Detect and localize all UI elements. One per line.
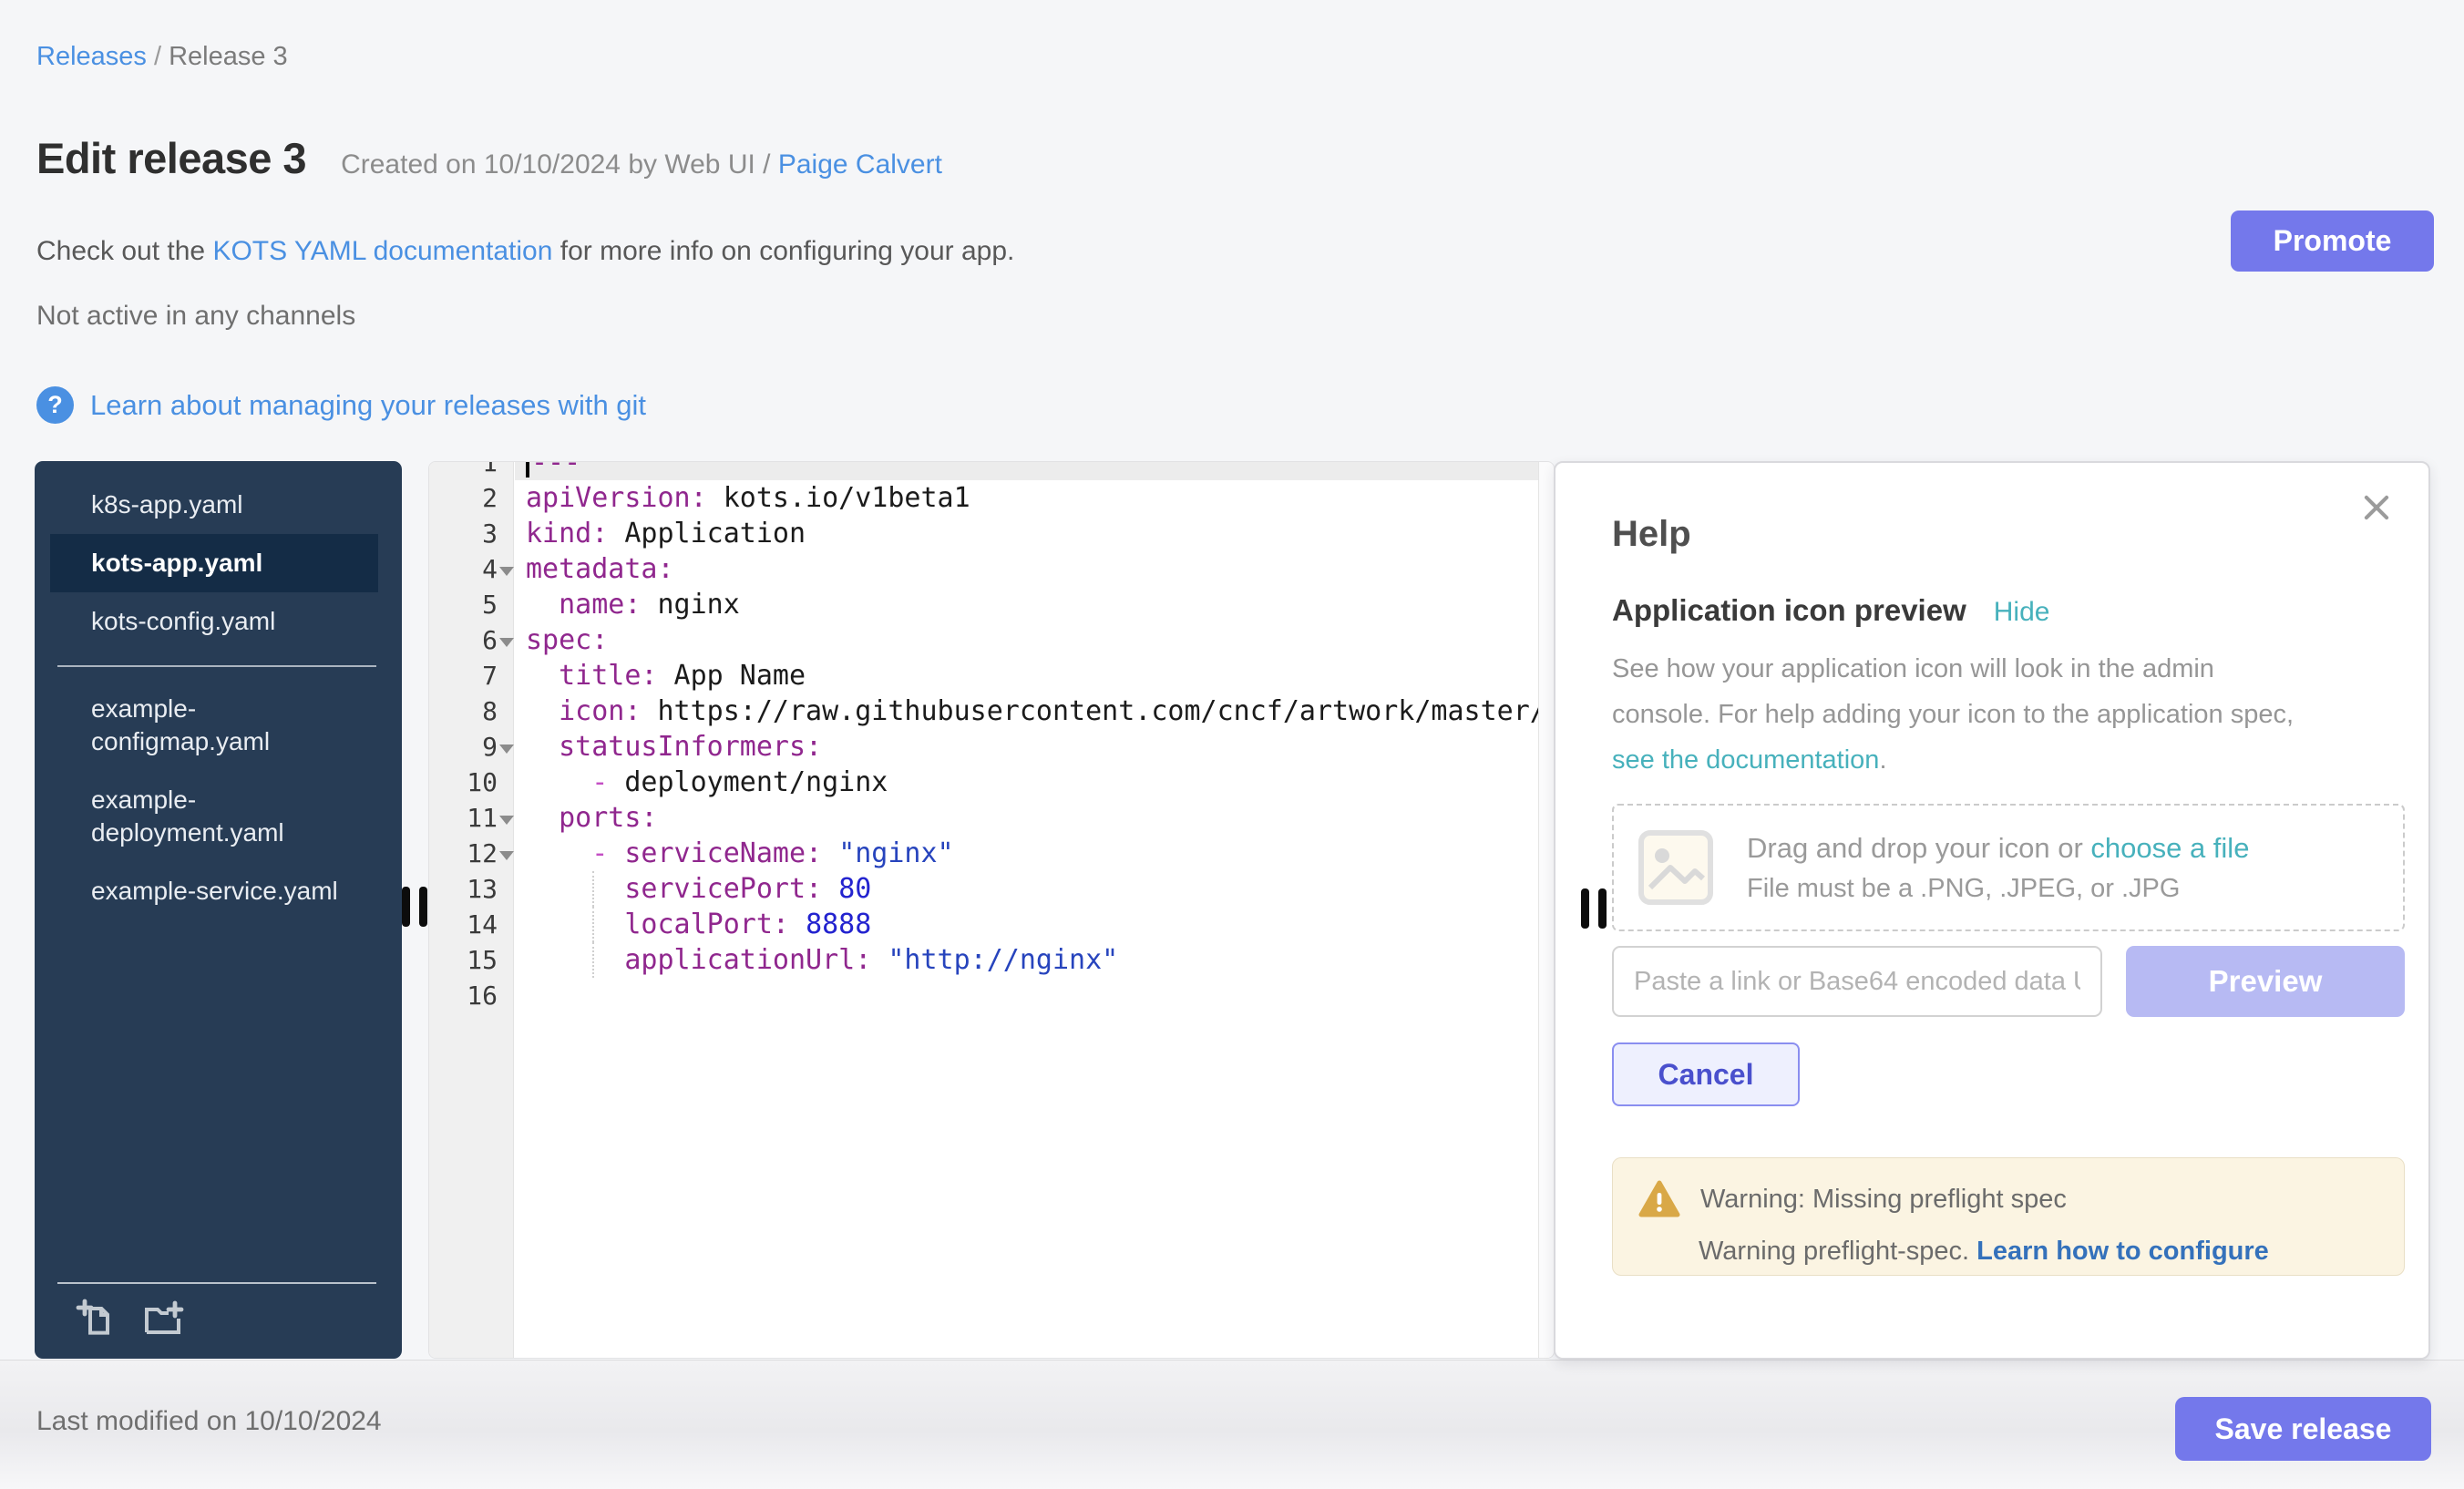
page-title: Edit release 3 bbox=[36, 133, 306, 183]
sidebar-file-example-deployment.yaml[interactable]: example-deployment.yaml bbox=[50, 771, 378, 862]
breadcrumb-current: Release 3 bbox=[169, 42, 288, 71]
cancel-button[interactable]: Cancel bbox=[1612, 1042, 1800, 1106]
footer-bar: Last modified on 10/10/2024 Save release bbox=[0, 1360, 2464, 1489]
sidebar-footer bbox=[57, 1282, 376, 1359]
breadcrumb-separator: / bbox=[147, 42, 169, 71]
code-lines: 1---2apiVersion: kots.io/v1beta13kind: A… bbox=[429, 461, 1554, 1013]
code-line-12: 12 - serviceName: "nginx" bbox=[429, 836, 1554, 871]
code-line-3: 3kind: Application bbox=[429, 516, 1554, 551]
code-line-15: 15 applicationUrl: "http://nginx" bbox=[429, 942, 1554, 978]
line-number: 4 bbox=[429, 554, 498, 584]
code-line-6: 6spec: bbox=[429, 622, 1554, 658]
warning-icon bbox=[1638, 1180, 1680, 1218]
icon-dropzone[interactable]: Drag and drop your icon or choose a file… bbox=[1612, 804, 2405, 931]
hide-link[interactable]: Hide bbox=[1994, 597, 2050, 628]
close-icon[interactable] bbox=[2359, 490, 2394, 525]
git-releases-link[interactable]: Learn about managing your releases with … bbox=[90, 389, 646, 422]
configure-preflight-link[interactable]: Learn how to configure bbox=[1976, 1237, 2269, 1266]
warning-detail: Warning preflight-spec. Learn how to con… bbox=[1699, 1237, 2404, 1267]
sidebar-file-example-configmap.yaml[interactable]: example-configmap.yaml bbox=[50, 680, 378, 771]
last-modified-text: Last modified on 10/10/2024 bbox=[36, 1406, 382, 1437]
line-number: 7 bbox=[429, 661, 498, 691]
help-title: Help bbox=[1612, 514, 2405, 555]
line-number: 11 bbox=[429, 803, 498, 833]
line-number: 13 bbox=[429, 874, 498, 904]
channel-status: Not active in any channels bbox=[36, 301, 355, 332]
breadcrumb: Releases / Release 3 bbox=[36, 42, 288, 72]
yaml-editor[interactable]: 1---2apiVersion: kots.io/v1beta13kind: A… bbox=[428, 461, 1555, 1359]
breadcrumb-releases-link[interactable]: Releases bbox=[36, 42, 147, 71]
fold-arrow-icon[interactable] bbox=[499, 638, 514, 647]
kots-yaml-doc-link[interactable]: KOTS YAML documentation bbox=[212, 236, 552, 266]
line-number: 1 bbox=[429, 461, 498, 478]
fold-arrow-icon[interactable] bbox=[499, 744, 514, 754]
editor-scrollbar[interactable] bbox=[1538, 462, 1554, 1358]
promote-button[interactable]: Promote bbox=[2231, 211, 2434, 272]
code-line-9: 9 statusInformers: bbox=[429, 729, 1554, 765]
sidebar-file-example-service.yaml[interactable]: example-service.yaml bbox=[50, 862, 378, 920]
help-panel: Help Application icon preview Hide See h… bbox=[1554, 461, 2430, 1360]
save-release-button[interactable]: Save release bbox=[2175, 1397, 2431, 1461]
preflight-warning: Warning: Missing preflight spec Warning … bbox=[1612, 1157, 2405, 1276]
fold-arrow-icon[interactable] bbox=[499, 567, 514, 576]
line-number: 5 bbox=[429, 590, 498, 620]
file-list-bottom: example-configmap.yamlexample-deployment… bbox=[35, 680, 402, 920]
author-link[interactable]: Paige Calvert bbox=[778, 149, 942, 180]
help-panel-resize-handle[interactable] bbox=[1581, 888, 1607, 929]
code-line-5: 5 name: nginx bbox=[429, 587, 1554, 622]
sidebar-file-kots-config.yaml[interactable]: kots-config.yaml bbox=[50, 592, 378, 651]
choose-file-link[interactable]: choose a file bbox=[2090, 832, 2249, 864]
dropzone-filetypes: File must be a .PNG, .JPEG, or .JPG bbox=[1747, 874, 2249, 904]
line-number: 8 bbox=[429, 696, 498, 726]
dropzone-instruction: Drag and drop your icon or choose a file bbox=[1747, 832, 2249, 865]
line-number: 3 bbox=[429, 519, 498, 549]
add-file-icon[interactable] bbox=[76, 1297, 119, 1340]
sidebar-resize-handle[interactable] bbox=[402, 887, 427, 927]
code-line-10: 10 - deployment/nginx bbox=[429, 765, 1554, 800]
line-number: 10 bbox=[429, 767, 498, 797]
doc-hint: Check out the KOTS YAML documentation fo… bbox=[36, 236, 1014, 267]
file-list-top: k8s-app.yamlkots-app.yamlkots-config.yam… bbox=[35, 476, 402, 651]
icon-preview-description: See how your application icon will look … bbox=[1612, 646, 2405, 783]
code-line-13: 13 servicePort: 80 bbox=[429, 871, 1554, 907]
line-number: 16 bbox=[429, 981, 498, 1011]
code-line-14: 14 localPort: 8888 bbox=[429, 907, 1554, 942]
file-group-divider bbox=[57, 665, 376, 667]
image-placeholder-icon bbox=[1636, 827, 1716, 908]
warning-title: Warning: Missing preflight spec bbox=[1700, 1185, 2067, 1215]
code-line-11: 11 ports: bbox=[429, 800, 1554, 836]
icon-url-input[interactable] bbox=[1612, 946, 2102, 1017]
code-line-2: 2apiVersion: kots.io/v1beta1 bbox=[429, 480, 1554, 516]
line-number: 12 bbox=[429, 838, 498, 868]
file-tree-sidebar: k8s-app.yamlkots-app.yamlkots-config.yam… bbox=[35, 461, 402, 1359]
code-line-1: 1--- bbox=[429, 461, 1554, 480]
preview-button[interactable]: Preview bbox=[2126, 946, 2405, 1017]
see-documentation-link[interactable]: see the documentation bbox=[1612, 745, 1879, 775]
line-number: 9 bbox=[429, 732, 498, 762]
created-info: Created on 10/10/2024 by Web UI / Paige … bbox=[341, 149, 942, 180]
line-number: 15 bbox=[429, 945, 498, 975]
code-line-7: 7 title: App Name bbox=[429, 658, 1554, 693]
sidebar-file-k8s-app.yaml[interactable]: k8s-app.yaml bbox=[50, 476, 378, 534]
code-line-16: 16 bbox=[429, 978, 1554, 1013]
code-line-8: 8 icon: https://raw.githubusercontent.co… bbox=[429, 693, 1554, 729]
line-number: 6 bbox=[429, 625, 498, 655]
add-folder-icon[interactable] bbox=[141, 1297, 185, 1340]
text-cursor bbox=[526, 461, 529, 478]
edit-release-page: Releases / Release 3 Edit release 3 Crea… bbox=[0, 0, 2464, 1489]
sidebar-file-kots-app.yaml[interactable]: kots-app.yaml bbox=[50, 534, 378, 592]
line-number: 14 bbox=[429, 909, 498, 940]
fold-arrow-icon[interactable] bbox=[499, 816, 514, 825]
question-mark-icon: ? bbox=[36, 386, 74, 424]
code-line-4: 4metadata: bbox=[429, 551, 1554, 587]
line-number: 2 bbox=[429, 483, 498, 513]
icon-preview-title: Application icon preview bbox=[1612, 593, 1966, 628]
fold-arrow-icon[interactable] bbox=[499, 851, 514, 860]
